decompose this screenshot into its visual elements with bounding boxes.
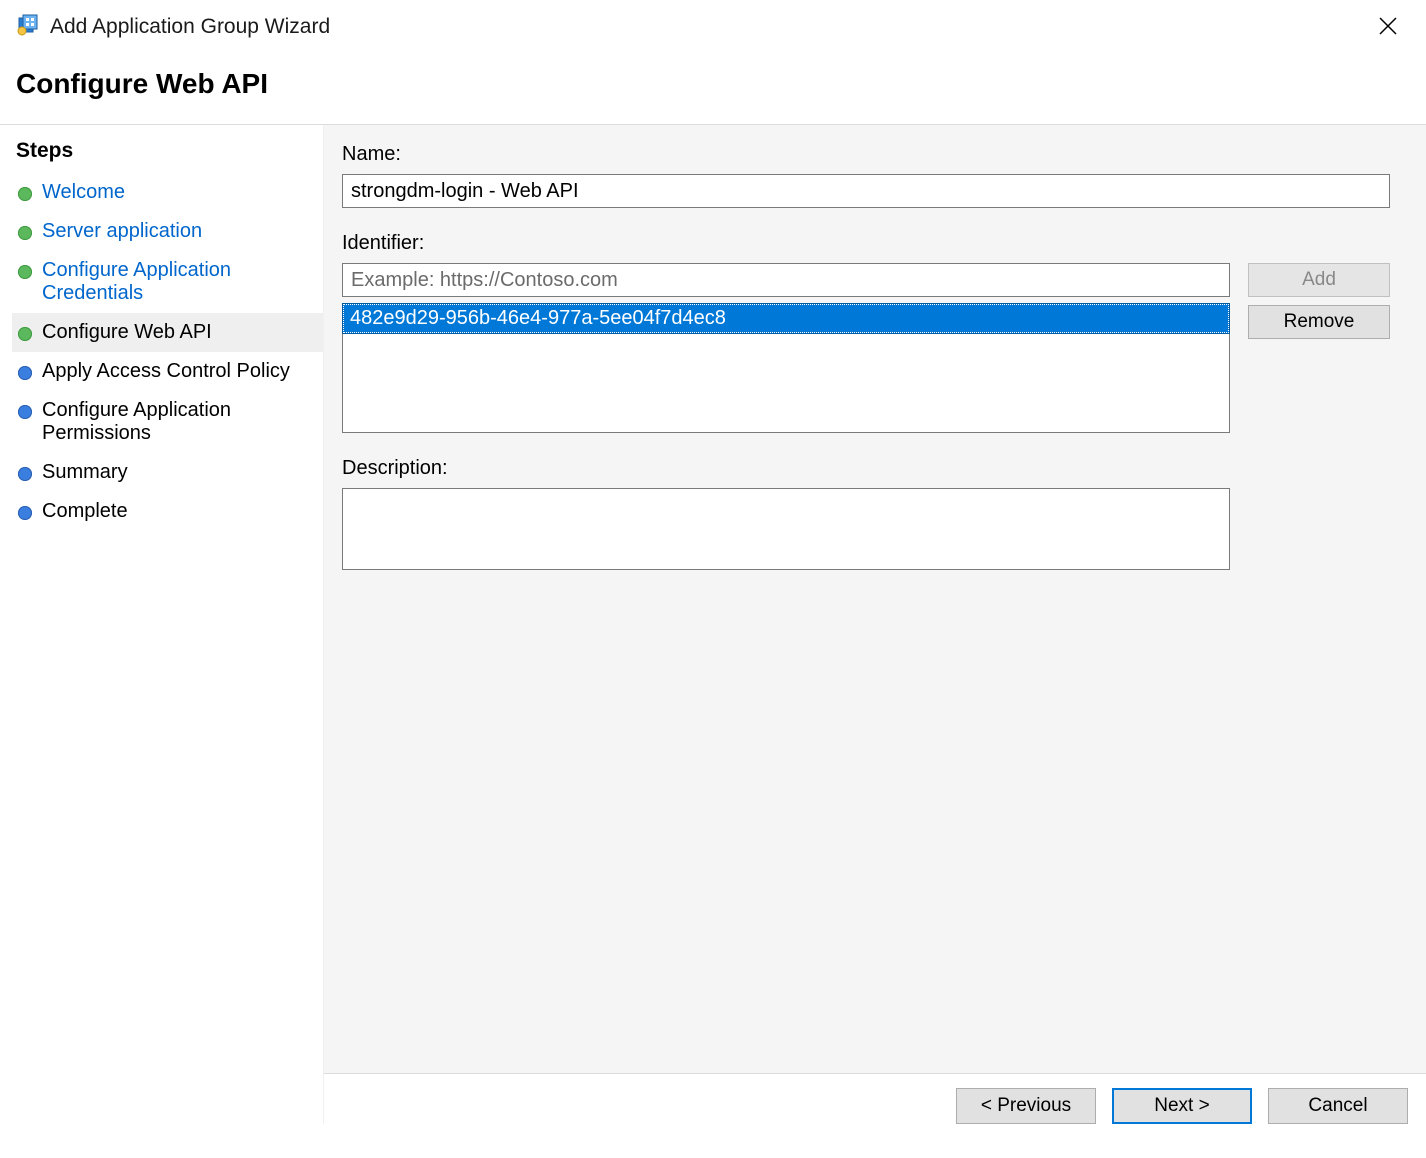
step-label: Server application	[42, 220, 202, 243]
cancel-button[interactable]: Cancel	[1268, 1088, 1408, 1124]
bullet-done-icon	[18, 226, 32, 240]
footer-bar: < Previous Next > Cancel	[324, 1073, 1426, 1124]
identifier-label: Identifier:	[342, 232, 1408, 255]
identifier-listbox[interactable]: 482e9d29-956b-46e4-977a-5ee04f7d4ec8	[342, 303, 1230, 433]
step-welcome[interactable]: Welcome	[12, 173, 323, 212]
step-label: Configure Web API	[42, 321, 212, 344]
identifier-item[interactable]: 482e9d29-956b-46e4-977a-5ee04f7d4ec8	[343, 304, 1229, 333]
step-configure-web-api[interactable]: Configure Web API	[12, 313, 323, 352]
titlebar: Add Application Group Wizard	[0, 0, 1426, 50]
content-row: Steps Welcome Server application Configu…	[0, 124, 1426, 1124]
step-server-application[interactable]: Server application	[12, 212, 323, 251]
wizard-icon	[16, 13, 40, 42]
step-label: Apply Access Control Policy	[42, 360, 290, 383]
step-label: Summary	[42, 461, 128, 484]
page-title: Configure Web API	[0, 50, 1426, 124]
main-pane: Name: Identifier: 482e9d29-956b-46e4-977…	[324, 125, 1426, 1124]
step-complete[interactable]: Complete	[12, 492, 323, 531]
bullet-done-icon	[18, 265, 32, 279]
step-label: Welcome	[42, 181, 125, 204]
step-configure-application-credentials[interactable]: Configure Application Credentials	[12, 251, 323, 313]
steps-heading: Steps	[12, 135, 323, 173]
step-label: Complete	[42, 500, 128, 523]
step-apply-access-control-policy[interactable]: Apply Access Control Policy	[12, 352, 323, 391]
bullet-todo-icon	[18, 467, 32, 481]
description-label: Description:	[342, 457, 1408, 480]
steps-sidebar: Steps Welcome Server application Configu…	[0, 125, 324, 1124]
bullet-done-icon	[18, 187, 32, 201]
titlebar-left: Add Application Group Wizard	[16, 13, 330, 42]
window-title: Add Application Group Wizard	[50, 15, 330, 39]
description-input[interactable]	[342, 488, 1230, 570]
step-label: Configure Application Credentials	[42, 259, 313, 305]
remove-button[interactable]: Remove	[1248, 305, 1390, 339]
step-label: Configure Application Permissions	[42, 399, 313, 445]
step-configure-application-permissions[interactable]: Configure Application Permissions	[12, 391, 323, 453]
bullet-todo-icon	[18, 506, 32, 520]
bullet-done-icon	[18, 327, 32, 341]
add-button: Add	[1248, 263, 1390, 297]
name-label: Name:	[342, 143, 1408, 166]
close-button[interactable]	[1370, 12, 1406, 43]
next-button[interactable]: Next >	[1112, 1088, 1252, 1124]
bullet-todo-icon	[18, 405, 32, 419]
identifier-input[interactable]	[342, 263, 1230, 297]
step-summary[interactable]: Summary	[12, 453, 323, 492]
bullet-todo-icon	[18, 366, 32, 380]
name-input[interactable]	[342, 174, 1390, 208]
previous-button[interactable]: < Previous	[956, 1088, 1096, 1124]
